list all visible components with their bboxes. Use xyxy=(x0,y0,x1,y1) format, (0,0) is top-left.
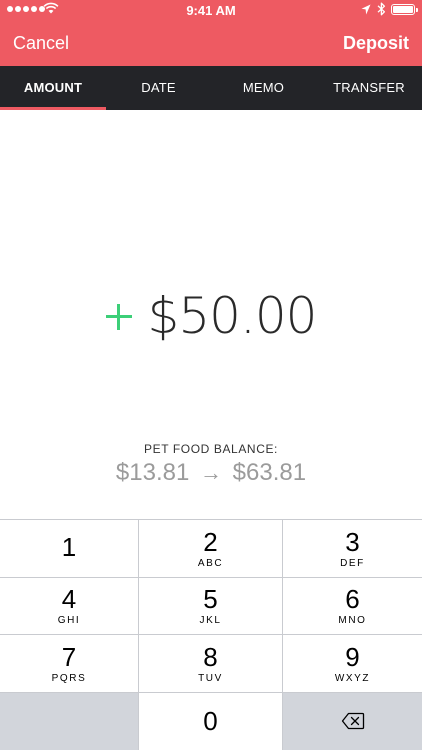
key-digit: 4 xyxy=(61,584,77,615)
key-8[interactable]: 8 TUV xyxy=(139,635,283,692)
key-letters: MNO xyxy=(338,615,367,627)
keypad-row: 0 xyxy=(0,692,422,750)
keypad-row: 7 PQRS 8 TUV 9 WXYZ xyxy=(0,635,422,693)
header-bar: 9:41 AM Cancel Deposit xyxy=(0,0,422,66)
balance-from: $13.81 xyxy=(115,459,190,486)
tab-label: TRANSFER xyxy=(333,80,405,95)
key-letters: WXYZ xyxy=(334,672,371,684)
amount-value: $50.00 xyxy=(147,287,318,345)
key-5[interactable]: 5 JKL xyxy=(139,577,283,634)
keypad-row: 1 2 ABC 3 DEF xyxy=(0,520,422,578)
tab-memo[interactable]: MEMO xyxy=(211,66,316,110)
cancel-button[interactable]: Cancel xyxy=(13,33,69,54)
key-letters: TUV xyxy=(198,672,223,684)
key-0[interactable]: 0 xyxy=(139,692,283,750)
amount-display: $50.00 xyxy=(0,280,422,352)
key-digit: 6 xyxy=(345,584,360,615)
key-digit: 8 xyxy=(203,641,218,672)
key-blank xyxy=(0,692,139,750)
key-letters: JKL xyxy=(199,615,222,627)
number-keypad: 1 2 ABC 3 DEF 4 GHI 5 JKL 6 MNO 7 PQRS 8… xyxy=(0,519,422,750)
delete-key[interactable] xyxy=(283,692,422,750)
key-digit: 2 xyxy=(203,526,218,557)
key-3[interactable]: 3 DEF xyxy=(283,520,422,577)
tab-label: MEMO xyxy=(242,80,285,95)
key-letters: GHI xyxy=(57,615,81,627)
key-digit: 1 xyxy=(61,532,77,563)
deposit-button[interactable]: Deposit xyxy=(343,33,409,54)
tab-transfer[interactable]: TRANSFER xyxy=(316,66,422,110)
tab-bar: AMOUNT DATE MEMO TRANSFER xyxy=(0,66,422,110)
key-digit: 0 xyxy=(203,706,218,737)
tab-label: AMOUNT xyxy=(23,80,83,95)
key-6[interactable]: 6 MNO xyxy=(283,577,422,634)
key-2[interactable]: 2 ABC xyxy=(139,520,283,577)
key-digit: 7 xyxy=(61,641,77,672)
balance-to: $63.81 xyxy=(232,459,307,486)
tab-date[interactable]: DATE xyxy=(106,66,211,110)
location-icon xyxy=(361,4,371,15)
backspace-icon xyxy=(341,713,364,730)
tab-label: DATE xyxy=(141,80,176,95)
key-digit: 9 xyxy=(345,641,360,672)
key-digit: 5 xyxy=(203,584,218,615)
arrow-right-icon: → xyxy=(200,460,222,485)
active-tab-indicator xyxy=(0,107,106,110)
key-letters: PQRS xyxy=(51,672,87,684)
status-bar: 9:41 AM xyxy=(0,0,422,22)
bluetooth-icon xyxy=(377,2,386,16)
battery-icon xyxy=(391,4,418,15)
tab-amount[interactable]: AMOUNT xyxy=(0,66,106,110)
key-9[interactable]: 9 WXYZ xyxy=(283,635,422,692)
key-letters: ABC xyxy=(197,557,224,569)
balance-change: $13.81 → $63.81 xyxy=(0,459,422,487)
key-7[interactable]: 7 PQRS xyxy=(0,635,139,692)
balance-label: PET FOOD BALANCE: xyxy=(143,442,278,456)
plus-icon xyxy=(105,304,132,330)
key-1[interactable]: 1 xyxy=(0,520,139,577)
key-4[interactable]: 4 GHI xyxy=(0,577,139,634)
status-time: 9:41 AM xyxy=(186,3,236,18)
keypad-row: 4 GHI 5 JKL 6 MNO xyxy=(0,577,422,635)
key-digit: 3 xyxy=(345,526,360,557)
key-letters: DEF xyxy=(340,557,365,569)
